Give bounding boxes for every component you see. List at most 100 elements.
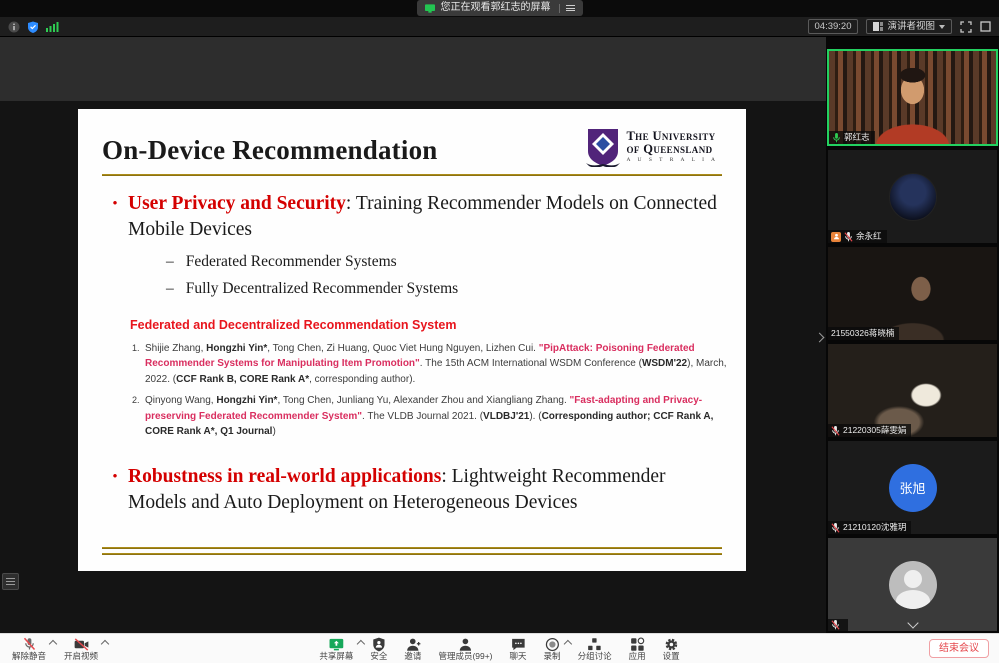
title-underline [102, 174, 722, 176]
reference-text: Shijie Zhang, Hongzhi Yin*, Tong Chen, Z… [145, 341, 740, 388]
topbar-left [8, 21, 59, 33]
mic-muted-icon [22, 637, 37, 652]
video-options-chevron[interactable] [101, 640, 109, 648]
participant-tile-speaker[interactable]: 郭红志 [827, 49, 998, 146]
invite-button[interactable]: 邀请 [404, 637, 421, 661]
apps-label: 应用 [629, 652, 646, 661]
meeting-window: 您正在观看郭红志的屏幕 04:39:20 [0, 0, 999, 663]
mic-options-chevron[interactable] [49, 640, 57, 648]
share-options-chevron[interactable] [356, 640, 364, 648]
participants-sidebar: 郭红志 余永红 [826, 37, 999, 633]
meeting-toolbar: 解除静音 开启视频 共享屏幕 [0, 633, 999, 663]
participant-name-tag: 21550326蒋晓楠 [828, 327, 899, 340]
more-participants-button[interactable] [905, 619, 921, 629]
participant-name: 21210120沈雅玥 [843, 522, 906, 533]
settings-button[interactable]: 设置 [663, 637, 680, 661]
screen-watch-banner[interactable]: 您正在观看郭红志的屏幕 [417, 0, 583, 16]
mic-muted-icon [831, 523, 840, 533]
bullet-robustness-text: Robustness in real-world applications: L… [128, 464, 722, 517]
participant-tile[interactable]: 21220305薛雯娟 [828, 344, 997, 437]
screen-share-icon [425, 4, 435, 13]
participant-name: 郭红志 [844, 132, 870, 143]
slide-title: On-Device Recommendation [102, 135, 437, 166]
reference-text: Qinyong Wang, Hongzhi Yin*, Tong Chen, J… [145, 393, 740, 440]
shared-screen-stage: On-Device Recommendation The University … [0, 37, 826, 633]
participants-icon [458, 637, 473, 652]
subbullet-federated-text: Federated Recommender Systems [186, 253, 397, 271]
dash-marker: – [166, 280, 174, 298]
mic-muted-icon [844, 232, 853, 242]
references-list: 1. Shijie Zhang, Hongzhi Yin*, Tong Chen… [132, 341, 740, 440]
bullet-robustness-lead: Robustness in real-world applications [128, 466, 441, 487]
gear-icon [664, 637, 679, 652]
bullet-privacy: • User Privacy and Security: Training Re… [102, 191, 722, 244]
chevron-down-icon [907, 617, 918, 628]
invite-person-icon [405, 637, 420, 652]
bullet-marker: • [102, 464, 128, 517]
manage-participants-button[interactable]: 管理成员(99+) [438, 637, 492, 661]
manage-participants-label: 管理成员(99+) [438, 652, 492, 661]
settings-label: 设置 [663, 652, 680, 661]
window-mode-icon[interactable] [980, 21, 991, 32]
camera-off-icon [73, 637, 90, 652]
breakout-rooms-button[interactable]: 分组讨论 [578, 637, 612, 661]
bullet-privacy-lead: User Privacy and Security [128, 193, 346, 214]
bullet-marker: • [102, 191, 128, 244]
apps-button[interactable]: 应用 [629, 637, 646, 661]
participant-tile[interactable]: 21550326蒋晓楠 [828, 247, 997, 340]
reference-number: 1. [132, 341, 145, 388]
security-button[interactable]: 安全 [370, 637, 387, 661]
university-logo-text: The University of Queensland A U S T R A… [626, 130, 718, 164]
record-icon [545, 637, 560, 652]
chat-button[interactable]: 聊天 [510, 637, 527, 661]
chevron-right-icon [814, 332, 824, 342]
share-screen-button[interactable]: 共享屏幕 [319, 637, 353, 661]
banner-menu-icon[interactable] [566, 5, 575, 11]
view-mode-caret-icon [939, 25, 945, 29]
view-mode-button[interactable]: 演讲者视图 [866, 19, 952, 34]
chat-bubble-icon [511, 637, 526, 652]
reference-item: 2. Qinyong Wang, Hongzhi Yin*, Tong Chen… [132, 393, 740, 440]
participant-name: 余永红 [856, 231, 882, 242]
meeting-topbar: 04:39:20 演讲者视图 [0, 17, 999, 37]
subbullet-decentralized: – Fully Decentralized Recommender System… [166, 280, 722, 298]
dash-marker: – [166, 253, 174, 271]
mic-muted-icon [831, 426, 840, 436]
floating-toolbar-handle[interactable] [2, 573, 19, 590]
bullet-privacy-text: User Privacy and Security: Training Reco… [128, 191, 722, 244]
toolbar-left-group: 解除静音 开启视频 [12, 637, 98, 661]
logo-country: A U S T R A L I A [626, 158, 718, 164]
participant-tile[interactable]: 张旭 21210120沈雅玥 [828, 441, 997, 534]
privacy-subbullets: – Federated Recommender Systems – Fully … [166, 253, 722, 298]
unmute-button[interactable]: 解除静音 [12, 637, 46, 661]
reference-item: 1. Shijie Zhang, Hongzhi Yin*, Tong Chen… [132, 341, 740, 388]
unmute-label: 解除静音 [12, 652, 46, 661]
watch-banner-text: 您正在观看郭红志的屏幕 [441, 1, 551, 15]
fullscreen-icon[interactable] [960, 21, 972, 33]
end-meeting-button[interactable]: 结束会议 [929, 639, 989, 658]
bullet-robustness: • Robustness in real-world applications:… [102, 464, 722, 517]
banner-divider [559, 4, 560, 13]
sidebar-collapse-button[interactable] [814, 329, 824, 345]
apps-grid-icon [630, 637, 645, 652]
section-heading: Federated and Decentralized Recommendati… [130, 318, 722, 332]
encryption-shield-icon[interactable] [27, 21, 39, 33]
slide-header: On-Device Recommendation The University … [102, 127, 722, 167]
info-icon[interactable] [8, 21, 20, 33]
reference-number: 2. [132, 393, 145, 440]
start-video-button[interactable]: 开启视频 [64, 637, 98, 661]
toolbar-center-group: 共享屏幕 安全 邀请 [319, 637, 679, 661]
record-options-chevron[interactable] [563, 640, 571, 648]
subbullet-decentralized-text: Fully Decentralized Recommender Systems [186, 280, 458, 298]
participant-tile[interactable]: 余永红 [828, 150, 997, 243]
host-badge-icon [831, 232, 841, 242]
record-button[interactable]: 录制 [544, 637, 561, 661]
start-video-label: 开启视频 [64, 652, 98, 661]
presenter-desktop-band [0, 37, 826, 101]
university-logo: The University of Queensland A U S T R A… [586, 127, 718, 167]
mic-muted-icon [831, 620, 840, 630]
record-label: 录制 [544, 652, 561, 661]
network-signal-icon[interactable] [46, 21, 59, 32]
mic-on-icon [832, 133, 841, 143]
chat-label: 聊天 [510, 652, 527, 661]
